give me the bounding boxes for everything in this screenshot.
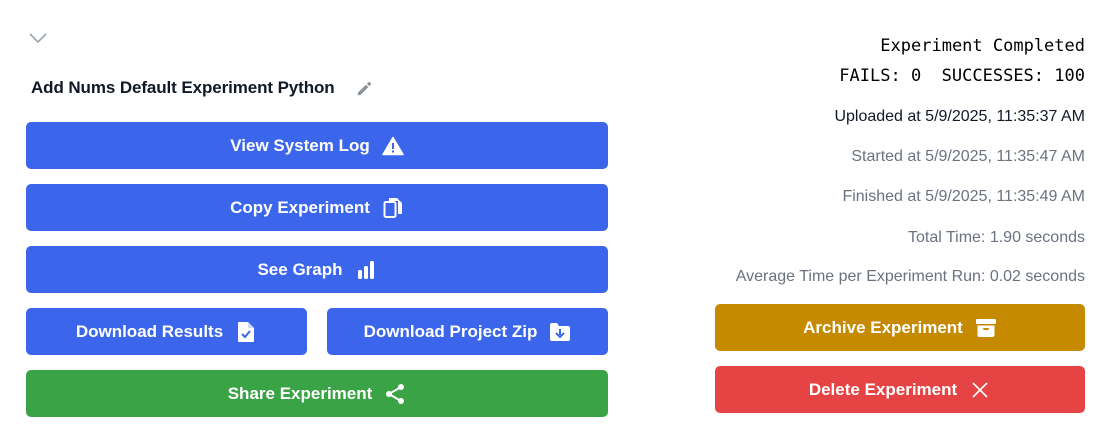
see-graph-label: See Graph xyxy=(257,259,343,279)
successes-label: SUCCESSES: xyxy=(941,66,1045,86)
view-system-log-label: View System Log xyxy=(230,135,370,155)
copy-icon xyxy=(382,197,404,219)
bar-chart-icon xyxy=(355,259,377,281)
file-check-icon xyxy=(235,321,257,343)
experiment-title: Add Nums Default Experiment Python xyxy=(31,78,335,97)
successes-count: 100 xyxy=(1054,66,1085,86)
finished-time: Finished at 5/9/2025, 11:35:49 AM xyxy=(842,188,1085,205)
archive-experiment-button[interactable]: Archive Experiment xyxy=(715,304,1085,351)
copy-experiment-button[interactable]: Copy Experiment xyxy=(26,184,608,231)
download-results-label: Download Results xyxy=(75,321,224,341)
status-text: Experiment Completed xyxy=(880,36,1085,56)
archive-experiment-label: Archive Experiment xyxy=(803,317,963,337)
fails-label: FAILS: xyxy=(839,66,901,86)
close-icon xyxy=(969,379,991,401)
folder-download-icon xyxy=(549,321,571,343)
total-time: Total Time: 1.90 seconds xyxy=(908,229,1085,246)
uploaded-time: Uploaded at 5/9/2025, 11:35:37 AM xyxy=(834,108,1085,125)
download-project-zip-label: Download Project Zip xyxy=(363,321,538,341)
delete-experiment-label: Delete Experiment xyxy=(808,379,958,399)
download-project-zip-button[interactable]: Download Project Zip xyxy=(327,308,608,355)
chevron-down-icon[interactable] xyxy=(28,28,48,48)
share-experiment-label: Share Experiment xyxy=(227,383,373,403)
download-results-button[interactable]: Download Results xyxy=(26,308,307,355)
started-time: Started at 5/9/2025, 11:35:47 AM xyxy=(851,148,1085,165)
share-icon xyxy=(384,383,406,405)
result-counts: FAILS: 0 SUCCESSES: 100 xyxy=(839,61,1085,91)
view-system-log-button[interactable]: View System Log xyxy=(26,122,608,169)
delete-experiment-button[interactable]: Delete Experiment xyxy=(715,366,1085,413)
share-experiment-button[interactable]: Share Experiment xyxy=(26,370,608,417)
copy-experiment-label: Copy Experiment xyxy=(230,197,370,217)
fails-count: 0 xyxy=(910,66,922,86)
archive-box-icon xyxy=(975,317,997,339)
experiment-status: Experiment Completed FAILS: 0 SUCCESSES:… xyxy=(839,31,1085,91)
experiment-title-row: Add Nums Default Experiment Python xyxy=(31,78,375,98)
pencil-icon[interactable] xyxy=(355,78,375,98)
average-time: Average Time per Experiment Run: 0.02 se… xyxy=(735,268,1085,285)
warning-icon xyxy=(382,135,404,157)
see-graph-button[interactable]: See Graph xyxy=(26,246,608,293)
